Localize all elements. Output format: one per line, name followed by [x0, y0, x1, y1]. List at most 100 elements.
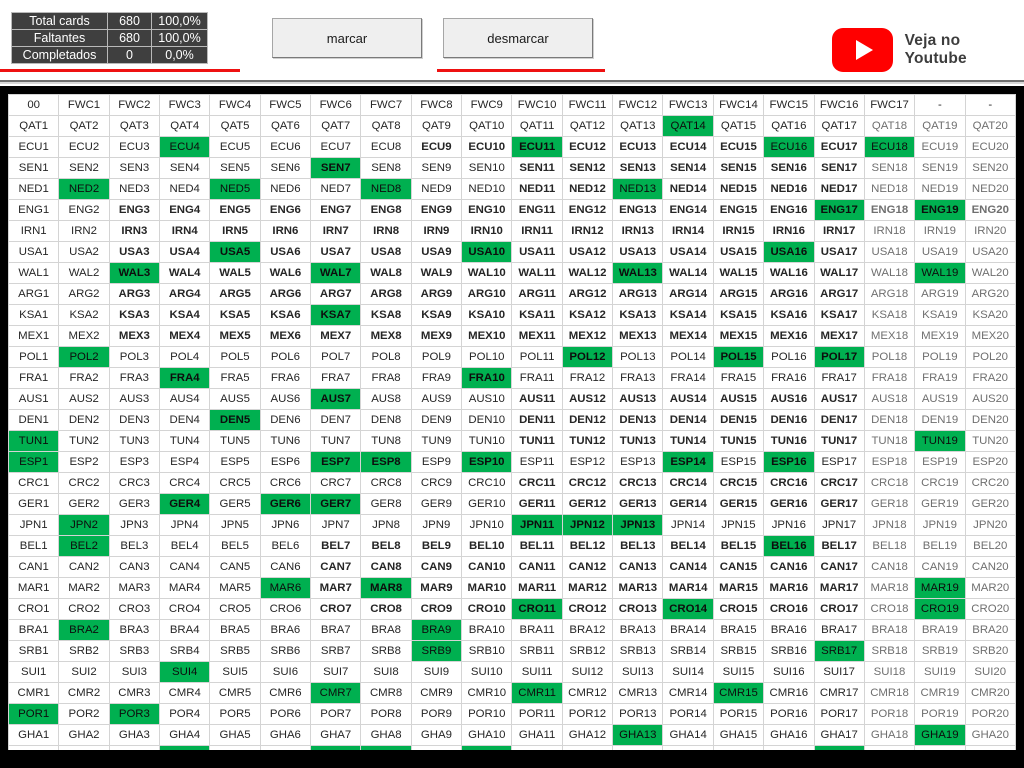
card-cell[interactable]: JPN9: [410, 514, 463, 536]
card-cell[interactable]: CRO13: [612, 598, 664, 620]
card-cell[interactable]: GHA12: [561, 724, 614, 746]
card-cell[interactable]: SRB20: [964, 640, 1016, 662]
card-cell[interactable]: GER6: [259, 493, 312, 515]
card-cell[interactable]: DEN17: [813, 409, 865, 431]
card-cell[interactable]: ESP20: [964, 451, 1016, 473]
card-cell[interactable]: FWC10: [511, 94, 563, 116]
card-cell[interactable]: SEN12: [561, 157, 614, 179]
card-cell[interactable]: USA3: [108, 241, 161, 263]
card-cell[interactable]: KSA4: [159, 304, 211, 326]
card-cell[interactable]: SRB12: [561, 640, 614, 662]
card-cell[interactable]: BEL12: [561, 535, 614, 557]
card-cell[interactable]: SEN19: [914, 157, 966, 179]
card-cell[interactable]: CMR13: [612, 682, 664, 704]
card-cell[interactable]: WAL2: [58, 262, 110, 284]
card-cell[interactable]: FWC2: [108, 94, 161, 116]
card-cell[interactable]: SRB14: [662, 640, 714, 662]
card-cell[interactable]: QAT19: [914, 115, 966, 137]
card-cell[interactable]: KSA18: [863, 304, 916, 326]
card-cell[interactable]: TUN5: [209, 430, 261, 452]
card-cell[interactable]: CRO9: [410, 598, 463, 620]
card-cell[interactable]: ESP9: [410, 451, 463, 473]
card-cell[interactable]: POL20: [964, 346, 1016, 368]
card-cell[interactable]: IRN9: [410, 220, 463, 242]
card-cell[interactable]: AUS3: [108, 388, 161, 410]
card-cell[interactable]: ENG20: [964, 199, 1016, 221]
card-cell[interactable]: FRA8: [360, 367, 412, 389]
card-cell[interactable]: ENG19: [914, 199, 966, 221]
card-cell[interactable]: QAT20: [964, 115, 1016, 137]
card-cell[interactable]: ENG9: [410, 199, 463, 221]
card-cell[interactable]: IRN10: [461, 220, 513, 242]
card-cell[interactable]: GHA13: [612, 724, 664, 746]
card-cell[interactable]: USA2: [58, 241, 110, 263]
card-cell[interactable]: MEX13: [612, 325, 664, 347]
card-cell[interactable]: ARG2: [58, 283, 110, 305]
card-cell[interactable]: AUS18: [863, 388, 916, 410]
card-cell[interactable]: SUI16: [763, 661, 815, 683]
card-cell[interactable]: SUI15: [712, 661, 765, 683]
card-cell[interactable]: SUI3: [108, 661, 161, 683]
card-cell[interactable]: FWC9: [461, 94, 513, 116]
card-cell[interactable]: ECU7: [310, 136, 362, 158]
card-cell[interactable]: CRC5: [209, 472, 261, 494]
card-cell[interactable]: ECU3: [108, 136, 161, 158]
card-cell[interactable]: BEL10: [461, 535, 513, 557]
card-cell[interactable]: CRC17: [813, 472, 865, 494]
card-cell[interactable]: URU5: [209, 745, 261, 750]
card-cell[interactable]: ARG12: [561, 283, 614, 305]
card-cell[interactable]: DEN12: [561, 409, 614, 431]
card-cell[interactable]: BRA1: [8, 619, 60, 641]
card-cell[interactable]: POR3: [108, 703, 161, 725]
card-cell[interactable]: JPN7: [310, 514, 362, 536]
card-cell[interactable]: KSA20: [964, 304, 1016, 326]
card-cell[interactable]: GHA7: [310, 724, 362, 746]
card-cell[interactable]: CRO17: [813, 598, 865, 620]
card-cell[interactable]: NED11: [511, 178, 563, 200]
card-cell[interactable]: KSA10: [461, 304, 513, 326]
card-cell[interactable]: SRB19: [914, 640, 966, 662]
card-cell[interactable]: CRO1: [8, 598, 60, 620]
card-cell[interactable]: GER15: [712, 493, 765, 515]
card-cell[interactable]: ENG10: [461, 199, 513, 221]
card-cell[interactable]: TUN11: [511, 430, 563, 452]
card-cell[interactable]: ECU10: [461, 136, 513, 158]
card-cell[interactable]: CMR3: [108, 682, 161, 704]
card-cell[interactable]: WAL6: [259, 262, 312, 284]
card-cell[interactable]: TUN18: [863, 430, 916, 452]
card-cell[interactable]: QAT4: [159, 115, 211, 137]
card-cell[interactable]: CRO8: [360, 598, 412, 620]
card-cell[interactable]: SEN14: [662, 157, 714, 179]
card-cell[interactable]: POR14: [662, 703, 714, 725]
card-cell[interactable]: POL16: [763, 346, 815, 368]
card-cell[interactable]: DEN18: [863, 409, 916, 431]
card-cell[interactable]: CMR15: [712, 682, 765, 704]
card-cell[interactable]: ECU6: [259, 136, 312, 158]
card-cell[interactable]: BRA9: [410, 619, 463, 641]
card-cell[interactable]: TUN9: [410, 430, 463, 452]
card-cell[interactable]: BRA7: [310, 619, 362, 641]
card-cell[interactable]: JPN17: [813, 514, 865, 536]
card-cell[interactable]: DEN5: [209, 409, 261, 431]
card-cell[interactable]: CRO18: [863, 598, 916, 620]
card-cell[interactable]: 00: [8, 94, 60, 116]
card-cell[interactable]: CRO7: [310, 598, 362, 620]
card-cell[interactable]: SUI13: [612, 661, 664, 683]
card-cell[interactable]: CRO14: [662, 598, 714, 620]
card-cell[interactable]: IRN17: [813, 220, 865, 242]
card-cell[interactable]: BEL9: [410, 535, 463, 557]
card-cell[interactable]: BRA18: [863, 619, 916, 641]
card-cell[interactable]: GHA10: [461, 724, 513, 746]
card-cell[interactable]: BRA20: [964, 619, 1016, 641]
card-cell[interactable]: ESP5: [209, 451, 261, 473]
card-cell[interactable]: MEX1: [8, 325, 60, 347]
card-cell[interactable]: SEN13: [612, 157, 664, 179]
card-cell[interactable]: CRO6: [259, 598, 312, 620]
card-cell[interactable]: GHA16: [763, 724, 815, 746]
card-cell[interactable]: ESP7: [310, 451, 362, 473]
card-cell[interactable]: BEL1: [8, 535, 60, 557]
card-cell[interactable]: BRA11: [511, 619, 563, 641]
card-cell[interactable]: CMR19: [914, 682, 966, 704]
card-cell[interactable]: CRC3: [108, 472, 161, 494]
card-cell[interactable]: SEN9: [410, 157, 463, 179]
